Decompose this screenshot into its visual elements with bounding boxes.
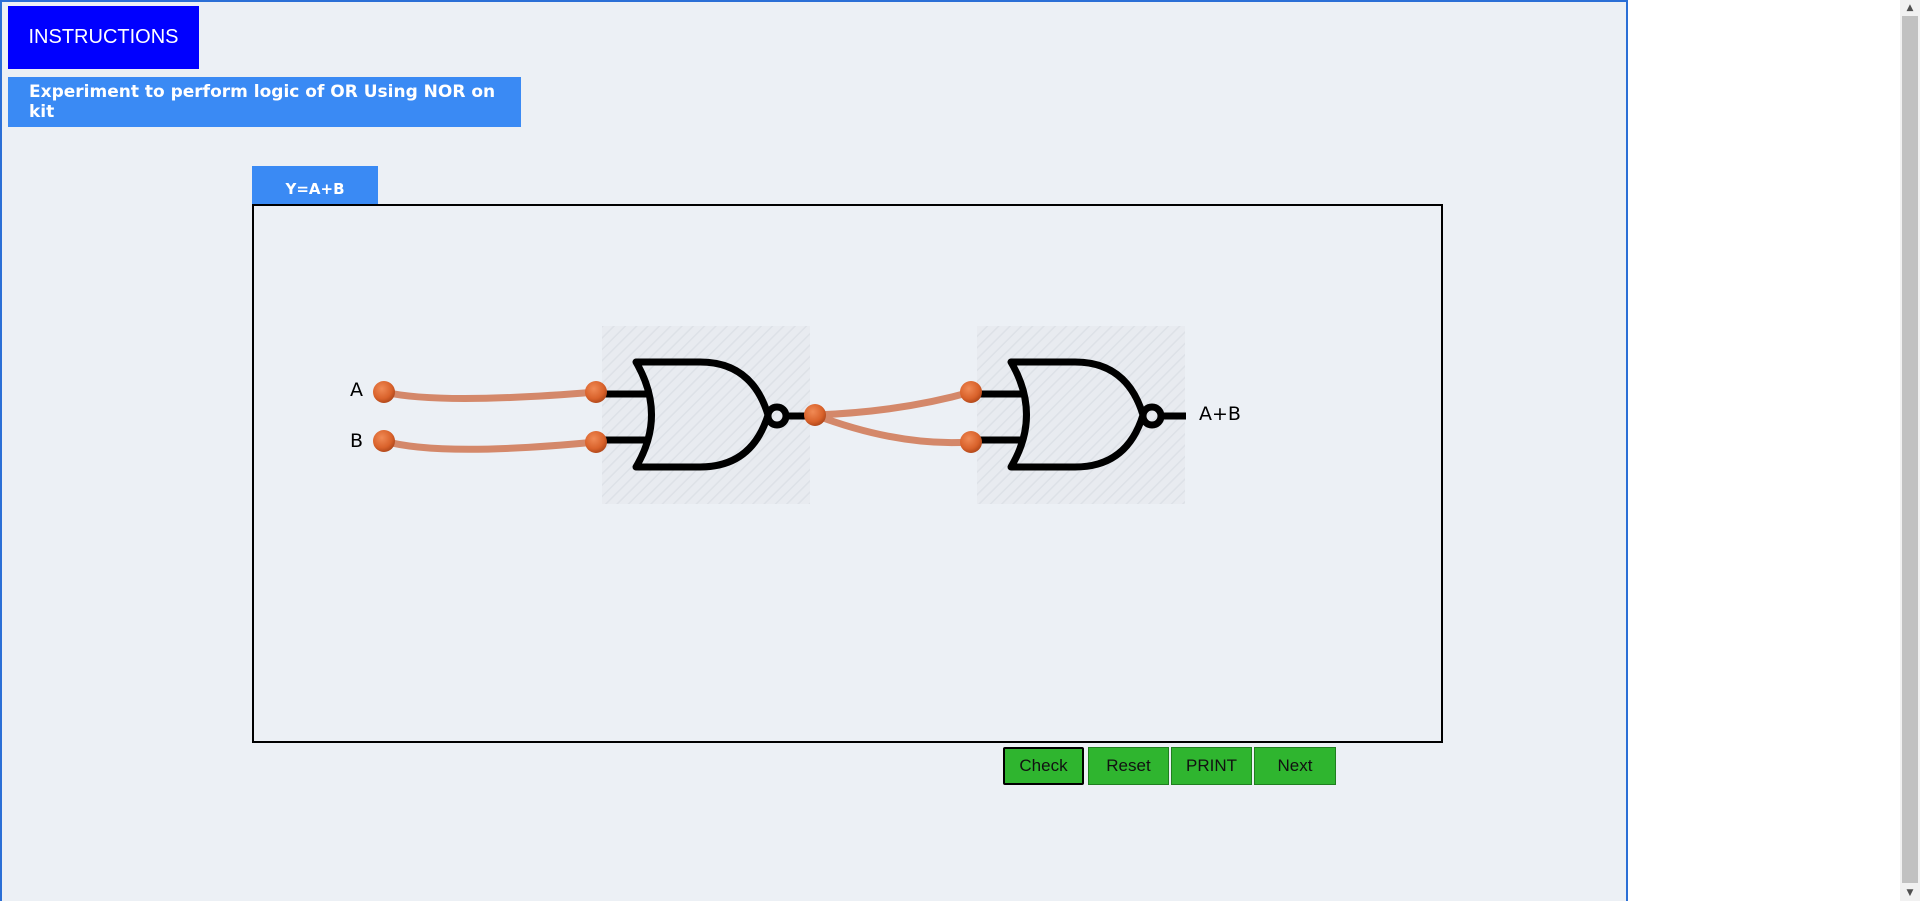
equation-tab: Y=A+B (252, 166, 378, 206)
input-a-terminal[interactable] (373, 381, 395, 403)
scroll-down-arrow-icon[interactable]: ▼ (1900, 885, 1920, 901)
gate2-input-1-terminal[interactable] (960, 381, 982, 403)
circuit-workspace (252, 204, 1443, 743)
next-button[interactable]: Next (1254, 747, 1336, 785)
gate2-input-2-terminal[interactable] (960, 431, 982, 453)
gate1-input-1-terminal[interactable] (585, 381, 607, 403)
input-b-terminal[interactable] (373, 430, 395, 452)
print-button[interactable]: PRINT (1171, 747, 1252, 785)
control-buttons: Check Reset PRINT Next (1003, 747, 1338, 785)
experiment-title: Experiment to perform logic of OR Using … (8, 77, 521, 127)
instructions-button[interactable]: INSTRUCTIONS (8, 6, 199, 69)
reset-button[interactable]: Reset (1088, 747, 1169, 785)
wire-b-to-gate1[interactable] (380, 437, 600, 453)
gate1-output-terminal[interactable] (804, 404, 826, 426)
blank-right-area (1628, 0, 1900, 901)
check-button[interactable]: Check (1003, 747, 1084, 785)
scrollbar-thumb[interactable] (1902, 16, 1918, 883)
scroll-up-arrow-icon[interactable]: ▲ (1900, 0, 1920, 16)
wire-a-to-gate1[interactable] (380, 388, 600, 402)
gate1-input-2-terminal[interactable] (585, 431, 607, 453)
